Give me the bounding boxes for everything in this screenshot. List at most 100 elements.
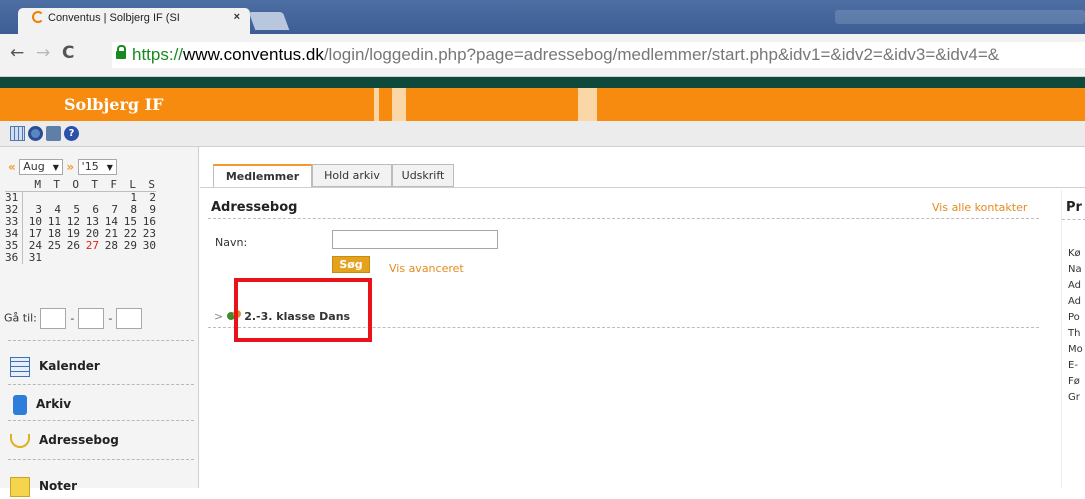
header-stripe	[392, 88, 406, 121]
goto-month-input[interactable]	[78, 308, 105, 329]
profile-field-label: Fø	[1068, 376, 1080, 387]
profile-panel: Pr Kø Na Ad Ad Po Th Mo E- Fø Gr	[1061, 190, 1085, 488]
calendar-day-today[interactable]: 27	[80, 240, 99, 252]
weekday-label: T	[91, 178, 98, 191]
profile-field-label: Th	[1068, 328, 1081, 339]
tab-underline	[200, 187, 1085, 188]
profile-field-label: Na	[1068, 264, 1082, 275]
divider	[8, 459, 194, 460]
divider	[1062, 219, 1085, 220]
profile-panel-title: Pr	[1066, 200, 1082, 215]
profile-field-label: E-	[1068, 360, 1078, 371]
sidebar-item-label: Kalender	[39, 359, 100, 373]
goto-day-input[interactable]	[40, 308, 67, 329]
addressbook-icon	[10, 433, 30, 448]
browser-tab-strip: Conventus | Solbjerg IF (SI ×	[0, 0, 1085, 34]
calendar-day[interactable]: 26	[61, 240, 80, 252]
year-value: '15	[81, 160, 99, 173]
browser-tab[interactable]: Conventus | Solbjerg IF (SI ×	[18, 8, 250, 34]
name-label: Navn:	[215, 236, 248, 249]
sidebar-item-kalender[interactable]: Kalender	[10, 353, 190, 379]
header-stripe	[578, 88, 597, 121]
red-highlight-box	[234, 278, 372, 342]
calendar-week-row: 35 24 25 26 27 28 29 30	[5, 240, 156, 252]
divider	[208, 218, 1039, 219]
tab-hold-arkiv[interactable]: Hold arkiv	[312, 164, 392, 187]
show-all-contacts-link[interactable]: Vis alle kontakter	[932, 201, 1027, 214]
weekday-label: L	[129, 178, 136, 191]
new-tab-button[interactable]	[248, 12, 290, 30]
profile-field-label: Ad	[1068, 280, 1082, 291]
site-top-bar	[0, 77, 1085, 88]
week-number[interactable]: 36	[5, 252, 23, 264]
year-select[interactable]: '15 ▼	[77, 159, 117, 175]
back-arrow-icon[interactable]: ←	[10, 45, 24, 62]
profile-field-label: Mo	[1068, 344, 1083, 355]
divider	[8, 384, 194, 385]
profile-field-label: Kø	[1068, 248, 1081, 259]
prev-month-arrow-icon[interactable]: «	[8, 160, 16, 174]
chevron-right-icon[interactable]: >	[214, 310, 223, 323]
window-title-blur	[835, 10, 1085, 24]
calendar-day[interactable]: 25	[42, 240, 61, 252]
sidebar-item-label: Noter	[39, 479, 78, 493]
page-title: Adressebog	[211, 200, 298, 215]
month-selector: « Aug ▼ » '15 ▼	[8, 159, 117, 177]
icon-toolbar: ?	[0, 121, 1085, 147]
calendar-icon	[10, 356, 30, 377]
profile-field-label: Po	[1068, 312, 1080, 323]
month-select[interactable]: Aug ▼	[19, 159, 63, 175]
next-month-arrow-icon[interactable]: »	[66, 160, 74, 174]
url-scheme: https://	[132, 45, 184, 64]
sidebar-item-label: Arkiv	[36, 397, 72, 411]
computer-icon[interactable]	[46, 126, 61, 141]
calendar-day[interactable]: 31	[23, 252, 42, 264]
calendar-grid-icon[interactable]	[10, 126, 25, 141]
header-stripe	[374, 88, 379, 121]
mini-calendar: MTOTFLS 31 1 2 32 3 4 5 6 7 8 9 33 10 11 12 13 14 15 16 …	[5, 179, 156, 264]
browser-toolbar: ← → C https://www.conventus.dk/login/log…	[0, 34, 1085, 77]
weekday-label: T	[53, 178, 60, 191]
calendar-day[interactable]: 29	[118, 240, 137, 252]
archive-icon	[13, 394, 27, 415]
weekday-label: S	[148, 178, 155, 191]
sidebar-item-arkiv[interactable]: Arkiv	[10, 391, 190, 417]
help-icon[interactable]: ?	[64, 126, 79, 141]
divider	[8, 420, 194, 421]
browser-tab-title: Conventus | Solbjerg IF (SI	[48, 12, 180, 24]
dropdown-icon: ▼	[106, 163, 113, 172]
profile-field-label: Gr	[1068, 392, 1080, 403]
goto-year-input[interactable]	[116, 308, 143, 329]
calendar-day[interactable]: 28	[99, 240, 118, 252]
sidebar-item-noter[interactable]: Noter	[10, 473, 190, 499]
address-bar[interactable]: https://www.conventus.dk/login/loggedin.…	[112, 42, 1085, 68]
sidebar-item-label: Adressebog	[39, 433, 119, 447]
weekday-label: M	[34, 178, 41, 191]
url-path: /login/loggedin.php?page=adressebog/medl…	[323, 45, 1000, 64]
goto-label: Gå til:	[4, 311, 37, 325]
sidebar-item-adressebog[interactable]: Adressebog	[10, 427, 190, 453]
tab-medlemmer[interactable]: Medlemmer	[213, 164, 312, 188]
site-header: Solbjerg IF	[0, 88, 1085, 121]
show-advanced-link[interactable]: Vis avanceret	[389, 262, 464, 275]
url-host: www.conventus.dk	[183, 45, 324, 64]
forward-arrow-icon[interactable]: →	[36, 45, 50, 62]
settings-icon[interactable]	[28, 126, 43, 141]
reload-icon[interactable]: C	[62, 45, 74, 62]
lock-icon	[116, 45, 126, 59]
weekday-label: O	[72, 178, 79, 191]
tab-udskrift[interactable]: Udskrift	[392, 164, 454, 187]
weekday-label: F	[110, 178, 117, 191]
search-button[interactable]: Søg	[332, 256, 370, 273]
calendar-week-row: 36 31	[5, 252, 156, 264]
name-input[interactable]	[332, 230, 498, 249]
site-title: Solbjerg IF	[64, 95, 164, 114]
notes-icon	[10, 476, 30, 497]
conventus-favicon-icon	[32, 11, 44, 23]
left-panel: « Aug ▼ » '15 ▼ MTOTFLS 31 1 2 32 3 4 5 6 7 8 9 33 1…	[0, 147, 199, 497]
divider	[8, 340, 194, 341]
calendar-day[interactable]: 30	[137, 240, 156, 252]
dropdown-icon: ▼	[52, 163, 59, 172]
month-value: Aug	[23, 160, 45, 173]
tab-close-icon[interactable]: ×	[234, 11, 240, 23]
